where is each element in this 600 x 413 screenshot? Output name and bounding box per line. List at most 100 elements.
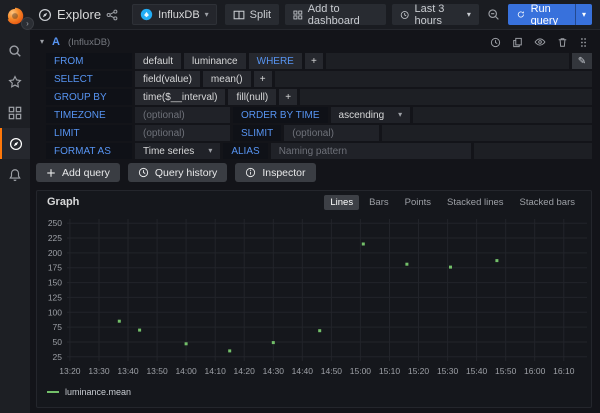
explore-toolbar: Explore InfluxDB ▾ Split Add to dashboar…: [30, 0, 600, 30]
alias-label: ALIAS: [223, 143, 267, 159]
add-to-dashboard-button[interactable]: Add to dashboard: [285, 4, 386, 25]
sidebar-item-starred[interactable]: [0, 66, 30, 97]
run-query-dropdown[interactable]: ▾: [575, 4, 592, 25]
order-by-time-select[interactable]: ascending ▾: [331, 107, 411, 123]
collapse-chevron-icon[interactable]: ▾: [40, 38, 44, 46]
query-ref-id[interactable]: A: [52, 36, 60, 48]
query-datasource-hint: (InfluxDB): [68, 37, 110, 48]
from-label: FROM: [46, 53, 132, 69]
field-segment[interactable]: field(value): [135, 71, 200, 87]
explore-header: Explore: [38, 7, 118, 22]
fill-segment[interactable]: fill(null): [228, 89, 276, 105]
chevron-down-icon: ▾: [208, 147, 212, 155]
toggle-text-edit-button[interactable]: ✎: [572, 53, 592, 69]
influxdb-logo-icon: [140, 8, 153, 21]
zoom-out-button[interactable]: [485, 4, 502, 25]
add-query-button[interactable]: Add query: [36, 163, 120, 182]
svg-text:13:50: 13:50: [146, 366, 168, 376]
inspector-button[interactable]: Inspector: [235, 163, 315, 182]
row-filler: [300, 89, 592, 105]
svg-text:175: 175: [48, 263, 62, 273]
sidebar-item-explore[interactable]: [0, 128, 30, 159]
mode-bars[interactable]: Bars: [363, 195, 395, 210]
select-label: SELECT: [46, 71, 132, 87]
search-icon: [8, 44, 22, 58]
add-group-by-button[interactable]: +: [279, 89, 297, 105]
history-icon[interactable]: [490, 37, 501, 48]
mode-points[interactable]: Points: [399, 195, 437, 210]
svg-text:15:40: 15:40: [466, 366, 488, 376]
svg-text:14:00: 14:00: [175, 366, 197, 376]
sidebar-item-alerting[interactable]: [0, 159, 30, 190]
timezone-input[interactable]: [135, 107, 230, 123]
retention-policy-segment[interactable]: default: [135, 53, 181, 69]
svg-text:15:30: 15:30: [437, 366, 459, 376]
group-by-label: GROUP BY: [46, 89, 132, 105]
timezone-row: TIMEZONE ORDER BY TIME ascending ▾: [46, 107, 592, 123]
format-as-row: FORMAT AS Time series ▾ ALIAS: [46, 143, 592, 159]
share-icon[interactable]: [106, 9, 118, 21]
order-by-time-label: ORDER BY TIME: [233, 107, 328, 123]
influxql-query-rows: FROM default luminance WHERE + ✎ SELECT …: [46, 53, 592, 159]
svg-text:13:40: 13:40: [117, 366, 139, 376]
svg-text:15:50: 15:50: [495, 366, 517, 376]
time-range-picker[interactable]: Last 3 hours ▾: [392, 4, 479, 25]
group-by-time-segment[interactable]: time($__interval): [135, 89, 225, 105]
chevron-down-icon: ▾: [467, 11, 471, 19]
compass-icon: [38, 8, 52, 22]
luminance-chart[interactable]: 25507510012515017520022525013:2013:3013:…: [37, 213, 591, 385]
time-range-label: Last 3 hours: [414, 3, 461, 27]
add-to-dashboard-label: Add to dashboard: [308, 3, 378, 27]
timezone-label: TIMEZONE: [46, 107, 132, 123]
svg-text:225: 225: [48, 233, 62, 243]
copy-icon[interactable]: [512, 37, 523, 48]
split-icon: [233, 9, 245, 21]
slimit-input[interactable]: [284, 125, 379, 141]
apps-icon: [293, 9, 303, 21]
svg-text:16:10: 16:10: [553, 366, 575, 376]
sidebar-item-search[interactable]: [0, 35, 30, 66]
alias-input[interactable]: [271, 143, 471, 159]
sidebar-item-dashboards[interactable]: [0, 97, 30, 128]
row-filler: [413, 107, 592, 123]
toolbar-actions: Split Add to dashboard Last 3 hours ▾ Ru…: [225, 4, 592, 25]
add-query-label: Add query: [62, 167, 110, 179]
row-filler: [382, 125, 592, 141]
limit-input[interactable]: [135, 125, 230, 141]
slimit-label: SLIMIT: [233, 125, 281, 141]
series-name[interactable]: luminance.mean: [65, 387, 131, 397]
mode-stacked-lines[interactable]: Stacked lines: [441, 195, 510, 210]
svg-text:25: 25: [53, 352, 63, 362]
svg-text:14:10: 14:10: [205, 366, 227, 376]
graph-panel-header: Graph Lines Bars Points Stacked lines St…: [37, 191, 591, 213]
trash-icon[interactable]: [557, 37, 568, 48]
format-as-value: Time series: [143, 146, 194, 157]
query-history-button[interactable]: Query history: [128, 163, 227, 182]
query-editor: ▾ A (InfluxDB) FROM default luminance WH…: [36, 34, 592, 161]
drag-handle-icon[interactable]: [579, 37, 588, 48]
compass-icon: [9, 137, 23, 151]
measurement-segment[interactable]: luminance: [184, 53, 246, 69]
where-keyword: WHERE: [249, 53, 302, 69]
zoom-out-icon: [487, 8, 500, 21]
svg-text:13:20: 13:20: [59, 366, 81, 376]
format-as-select[interactable]: Time series ▾: [135, 143, 220, 159]
row-filler: [474, 143, 592, 159]
run-query-label: Run query: [531, 4, 566, 25]
order-by-time-value: ascending: [339, 110, 385, 121]
add-select-part-button[interactable]: +: [254, 71, 272, 87]
panel-title: Graph: [47, 196, 79, 208]
mode-stacked-bars[interactable]: Stacked bars: [514, 195, 581, 210]
mode-lines[interactable]: Lines: [324, 195, 359, 210]
row-filler: [275, 71, 592, 87]
chart-legend: luminance.mean: [37, 385, 591, 399]
svg-text:14:20: 14:20: [234, 366, 256, 376]
split-button[interactable]: Split: [225, 4, 279, 25]
add-condition-button[interactable]: +: [305, 53, 323, 69]
run-query-button[interactable]: Run query ▾: [508, 4, 592, 25]
eye-icon[interactable]: [534, 36, 546, 48]
sidebar-expand-button[interactable]: ›: [21, 17, 34, 30]
datasource-name: InfluxDB: [158, 9, 200, 21]
datasource-picker[interactable]: InfluxDB ▾: [132, 4, 217, 25]
function-segment[interactable]: mean(): [203, 71, 251, 87]
